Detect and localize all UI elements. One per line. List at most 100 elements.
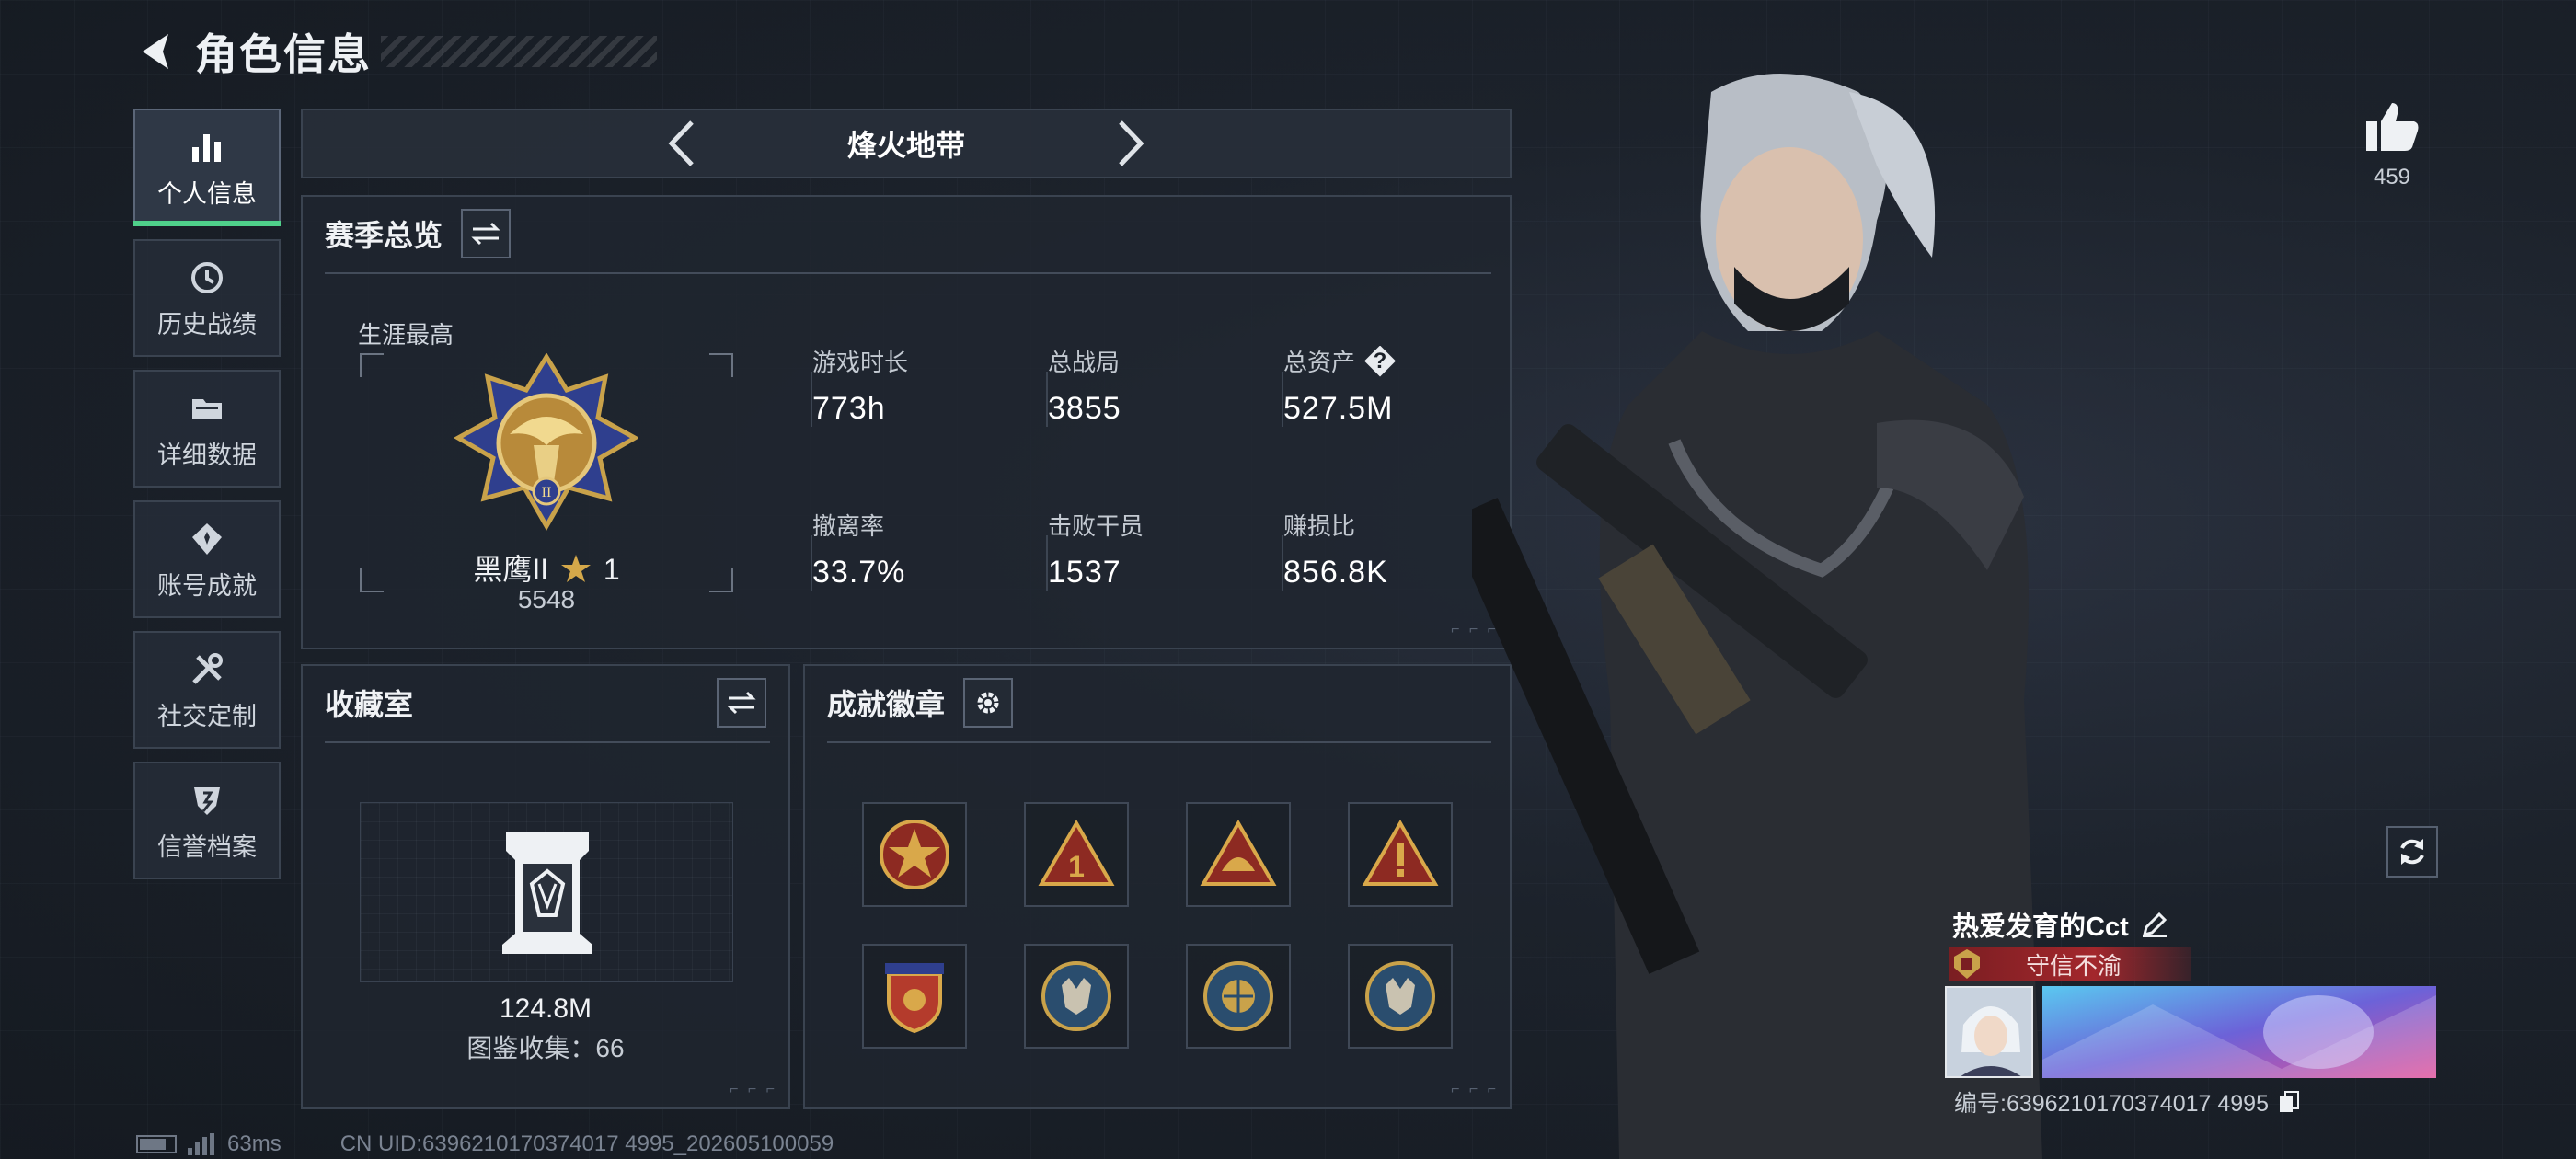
sidebar-item-personal-info[interactable]: 个人信息 <box>133 109 281 226</box>
panel-title: 赛季总览 <box>325 219 443 252</box>
stat-label: 击败干员 <box>1048 512 1144 540</box>
career-best-label: 生涯最高 <box>358 321 454 349</box>
sidebar-item-label: 账号成就 <box>157 571 257 600</box>
stat-value: 33.7% <box>812 555 906 590</box>
badge-slot[interactable] <box>1186 944 1291 1049</box>
sidebar-item-achievements[interactable]: 账号成就 <box>133 500 281 618</box>
collection-count: 图鉴收集：66 <box>466 1034 625 1062</box>
swap-button[interactable] <box>717 678 766 728</box>
refresh-icon <box>2400 839 2424 865</box>
badge-slot[interactable] <box>1186 802 1291 907</box>
sidebar-item-detailed-data[interactable]: 详细数据 <box>133 370 281 488</box>
title-emblem-icon <box>1949 946 1985 982</box>
stat-profit-ratio: 赚损比 856.8K <box>1283 508 1504 591</box>
stat-label: 撤离率 <box>812 512 885 540</box>
red-star-medal-icon <box>880 820 949 889</box>
back-arrow-icon[interactable] <box>129 24 184 79</box>
season-overview-panel: 赛季总览 生涯最高 II 黑鹰II 1 5548 游戏时长 773h 总战局 3… <box>301 195 1512 649</box>
triangle-warning-badge-icon <box>1362 819 1439 886</box>
stat-label: 总战局 <box>1048 349 1121 376</box>
wolf-coin-badge-icon <box>1365 961 1435 1031</box>
rank-name: 黑鹰II <box>473 553 549 586</box>
player-title-text: 守信不渝 <box>2026 951 2122 980</box>
vault-display <box>360 802 733 982</box>
triangle-helmet-badge-icon <box>1200 819 1277 886</box>
bar-chart-icon <box>186 126 228 168</box>
svg-text:1: 1 <box>1068 850 1085 883</box>
prev-season-button[interactable] <box>654 116 709 171</box>
panel-header: 赛季总览 <box>303 197 1510 270</box>
player-name-row: 热爱发育的Cct <box>1952 905 2169 944</box>
ball-coin-badge-icon <box>1203 961 1273 1031</box>
panel-title: 成就徽章 <box>827 688 946 721</box>
badge-slot[interactable] <box>862 802 967 907</box>
shield-icon <box>186 779 228 821</box>
like-count: 459 <box>2373 165 2411 189</box>
season-name: 烽火地带 <box>846 129 965 162</box>
rank-name-row: 黑鹰II 1 <box>360 546 733 591</box>
divider <box>325 741 770 743</box>
help-icon[interactable]: ? <box>1364 345 1397 377</box>
next-season-button[interactable] <box>1103 116 1158 171</box>
stat-label-row: 总资产 ? <box>1283 344 1504 378</box>
stat-label: 游戏时长 <box>812 349 909 376</box>
thumbs-up-icon <box>2355 101 2429 157</box>
shield-stars-badge-icon <box>885 963 944 1034</box>
frame-corner <box>709 353 733 377</box>
tools-icon <box>186 648 228 691</box>
stat-value: 856.8K <box>1283 555 1388 590</box>
achievement-badges-panel: 成就徽章 1 ⌐ ⌐ ⌐ <box>803 664 1512 1109</box>
panel-title: 收藏室 <box>325 688 414 721</box>
refresh-button[interactable] <box>2386 826 2438 878</box>
stat-value: 3855 <box>1048 391 1121 426</box>
stat-extraction-rate: 撤离率 33.7% <box>812 508 1033 591</box>
player-title-banner[interactable]: 守信不渝 <box>1949 947 2191 981</box>
sidebar-item-label: 信誉档案 <box>157 832 257 861</box>
sidebar-item-label: 社交定制 <box>157 702 257 730</box>
stat-value: 527.5M <box>1283 391 1394 426</box>
folder-icon <box>186 387 228 430</box>
divider <box>827 741 1491 743</box>
sidebar-item-social[interactable]: 社交定制 <box>133 631 281 749</box>
status-uid: CN UID:6396210170374017 4995_20260510005… <box>339 1131 834 1156</box>
header: 角色信息 <box>129 22 657 81</box>
vault-value: 124.8M <box>499 993 592 1024</box>
avatar[interactable] <box>1945 986 2033 1078</box>
stat-label: 总资产 <box>1283 349 1356 376</box>
stat-value: 773h <box>812 391 886 426</box>
panel-header: 收藏室 <box>303 666 788 740</box>
frame-corner <box>360 353 384 377</box>
edit-name-icon[interactable] <box>2140 910 2169 939</box>
vault-panel[interactable]: 收藏室 124.8M 图鉴收集：66 ⌐ ⌐ ⌐ <box>301 664 790 1109</box>
player-uid-row: 编号:6396210170374017 4995 <box>1954 1085 2302 1119</box>
achievement-icon <box>186 518 228 560</box>
badge-settings-button[interactable] <box>963 678 1014 728</box>
sidebar-item-reputation[interactable]: 信誉档案 <box>133 762 281 879</box>
badge-slot[interactable] <box>1024 944 1129 1049</box>
swap-button[interactable] <box>461 209 512 258</box>
name-card-banner[interactable] <box>2042 986 2436 1078</box>
season-selector: 烽火地带 <box>301 109 1512 178</box>
status-bar: 63ms CN UID:6396210170374017 4995_202605… <box>136 1131 834 1157</box>
like-widget[interactable]: 459 <box>2355 101 2429 190</box>
signal-icon <box>188 1133 214 1155</box>
badge-slot[interactable] <box>1348 802 1453 907</box>
sidebar-item-label: 个人信息 <box>157 179 257 208</box>
rank-frame: II 黑鹰II 1 5548 <box>360 352 733 614</box>
copy-icon[interactable] <box>2276 1089 2302 1115</box>
sidebar-item-label: 历史战绩 <box>157 310 257 339</box>
player-name: 热爱发育的Cct <box>1952 912 2129 942</box>
history-icon <box>186 257 228 299</box>
badge-slot[interactable] <box>1348 944 1453 1049</box>
panel-header: 成就徽章 <box>805 666 1510 740</box>
corner-decoration: ⌐ ⌐ ⌐ <box>730 1082 777 1097</box>
badge-slot[interactable] <box>862 944 967 1049</box>
player-uid: 编号:6396210170374017 4995 <box>1954 1091 2269 1117</box>
sidebar-item-history[interactable]: 历史战绩 <box>133 239 281 357</box>
stat-label: 赚损比 <box>1283 512 1356 540</box>
ping: 63ms <box>227 1131 282 1156</box>
svg-text:II: II <box>542 485 552 500</box>
badge-slot[interactable]: 1 <box>1024 802 1129 907</box>
rank-emblem-icon: II <box>453 352 640 537</box>
rank-score: 5548 <box>517 585 576 614</box>
